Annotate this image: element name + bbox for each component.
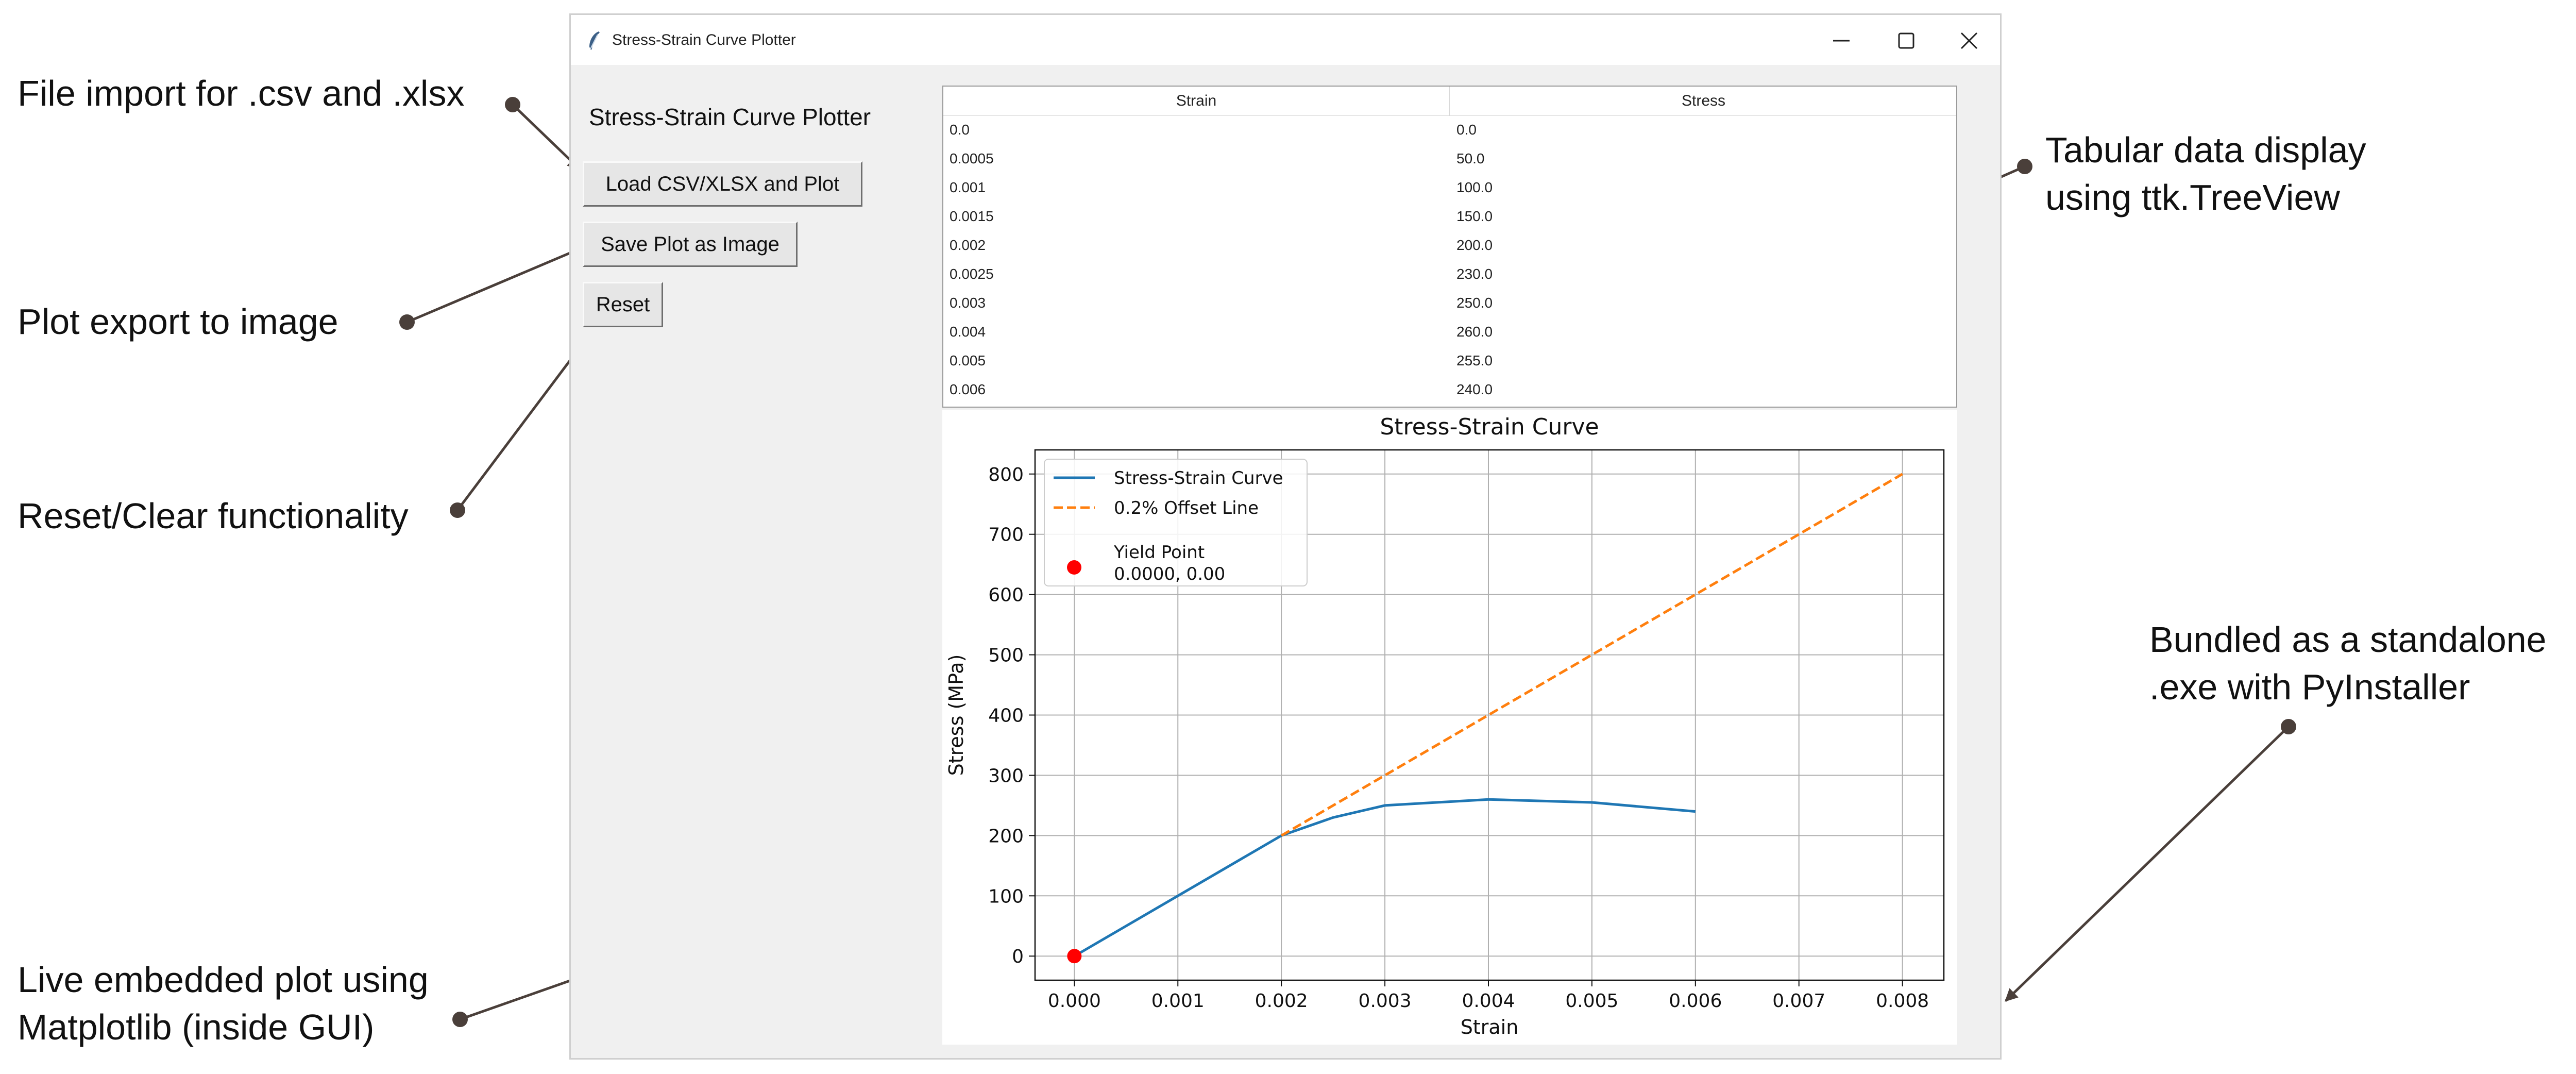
dot-live-plot	[452, 1012, 468, 1027]
arrow-bundled	[2005, 726, 2290, 1002]
callout-tabular-line1: Tabular data display	[2045, 130, 2366, 170]
cell-stress: 230.0	[1456, 266, 1493, 282]
cell-stress: 255.0	[1456, 353, 1493, 368]
title-bar[interactable]: Stress-Strain Curve Plotter	[571, 15, 2000, 66]
callout-bundled: Bundled as a standalone .exe with PyInst…	[2149, 616, 2547, 711]
y-tick-label: 100	[988, 886, 1024, 907]
reset-button[interactable]: Reset	[583, 282, 663, 327]
x-tick-label: 0.005	[1565, 991, 1618, 1012]
dot-bundled	[2281, 719, 2296, 734]
table-row[interactable]: 0.0025 230.0	[943, 260, 1956, 289]
cell-strain: 0.0	[950, 122, 970, 138]
cell-stress: 100.0	[1456, 179, 1493, 195]
table-row[interactable]: 0.0015 150.0	[943, 202, 1956, 231]
y-tick-label: 600	[988, 585, 1024, 606]
legend-label-yield-value: 0.0000, 0.00	[1114, 564, 1225, 584]
table-row[interactable]: 0.005 255.0	[943, 346, 1956, 375]
minimize-icon	[1833, 40, 1850, 42]
load-csv-xlsx-button[interactable]: Load CSV/XLSX and Plot	[583, 161, 862, 207]
y-tick-label: 500	[988, 645, 1024, 666]
cell-strain: 0.0015	[950, 208, 994, 224]
minimize-button[interactable]	[1810, 15, 1872, 65]
dot-reset	[450, 502, 465, 518]
cell-stress: 260.0	[1456, 324, 1493, 340]
table-row[interactable]: 0.006 240.0	[943, 375, 1956, 404]
dot-plot-export	[399, 314, 415, 330]
x-tick-label: 0.000	[1048, 991, 1101, 1012]
feather-icon	[589, 31, 600, 50]
callout-live-plot-line2: Matplotlib (inside GUI)	[18, 1007, 375, 1047]
x-tick-label: 0.003	[1359, 991, 1412, 1012]
y-tick-label: 800	[988, 464, 1024, 485]
chart-title: Stress-Strain Curve	[1380, 414, 1599, 440]
cell-strain: 0.006	[950, 381, 986, 397]
y-axis-label: Stress (MPa)	[945, 655, 968, 776]
x-tick-label: 0.006	[1669, 991, 1722, 1012]
callout-tabular-line2: using ttk.TreeView	[2045, 177, 2340, 217]
y-tick-label: 200	[988, 826, 1024, 847]
save-plot-button[interactable]: Save Plot as Image	[583, 222, 798, 267]
callout-bundled-line1: Bundled as a standalone	[2149, 619, 2547, 660]
table-row[interactable]: 0.004 260.0	[943, 317, 1956, 346]
cell-strain: 0.002	[950, 237, 986, 253]
cell-strain: 0.0025	[950, 266, 994, 282]
maximize-icon	[1898, 32, 1914, 49]
cell-stress: 200.0	[1456, 237, 1493, 253]
cell-strain: 0.005	[950, 353, 986, 368]
legend-label-offset: 0.2% Offset Line	[1114, 498, 1259, 518]
legend-marker-yield	[1067, 560, 1081, 575]
x-axis-label: Strain	[1461, 1016, 1519, 1038]
y-tick-label: 400	[988, 706, 1024, 727]
cell-stress: 250.0	[1456, 295, 1493, 311]
cell-strain: 0.003	[950, 295, 986, 311]
window-title: Stress-Strain Curve Plotter	[612, 31, 796, 48]
y-tick-label: 300	[988, 765, 1024, 786]
data-table[interactable]: Strain Stress 0.0 0.0 0.0005 50.0 0.001 …	[942, 86, 1957, 408]
dot-tabular	[2017, 159, 2032, 174]
legend-label-yield: Yield Point	[1113, 542, 1205, 563]
callout-file-import: File import for .csv and .xlsx	[18, 73, 465, 113]
callout-plot-export: Plot export to image	[18, 301, 338, 342]
x-tick-label: 0.007	[1772, 991, 1825, 1012]
x-tick-label: 0.002	[1255, 991, 1308, 1012]
table-header: Strain Stress	[943, 87, 1956, 116]
cell-stress: 150.0	[1456, 208, 1493, 224]
plot-canvas[interactable]: Stress-Strain Curve 0.000 0.001 0.002 0.003 0…	[942, 410, 1957, 1045]
app-heading: Stress-Strain Curve Plotter	[589, 104, 871, 130]
legend-label-curve: Stress-Strain Curve	[1114, 468, 1283, 489]
cell-stress: 0.0	[1456, 122, 1477, 138]
cell-strain: 0.004	[950, 324, 986, 340]
callout-live-plot: Live embedded plot using Matplotlib (ins…	[18, 956, 429, 1051]
close-icon	[1960, 32, 1978, 49]
callout-live-plot-line1: Live embedded plot using	[18, 960, 429, 1000]
cell-stress: 50.0	[1456, 150, 1485, 166]
callout-tabular: Tabular data display using ttk.TreeView	[2045, 126, 2366, 221]
stress-strain-chart: Stress-Strain Curve 0.000 0.001 0.002 0.003 0…	[945, 414, 1945, 1038]
x-tick-label: 0.001	[1151, 991, 1205, 1012]
table-row[interactable]: 0.001 100.0	[943, 173, 1956, 202]
table-row[interactable]: 0.003 250.0	[943, 289, 1956, 317]
table-row[interactable]: 0.0005 50.0	[943, 144, 1956, 173]
cell-strain: 0.0005	[950, 150, 994, 166]
table-row[interactable]: 0.002 200.0	[943, 231, 1956, 260]
callout-bundled-line2: .exe with PyInstaller	[2149, 667, 2470, 707]
callout-reset-clear: Reset/Clear functionality	[18, 496, 409, 536]
dot-file-import	[505, 97, 520, 112]
table-row[interactable]: 0.0 0.0	[943, 115, 1956, 144]
maximize-button[interactable]	[1875, 15, 1937, 65]
close-button[interactable]	[1938, 15, 2000, 65]
cell-strain: 0.001	[950, 179, 986, 195]
y-tick-label: 700	[988, 525, 1024, 546]
column-header-strain[interactable]: Strain	[943, 87, 1450, 115]
x-tick-label: 0.004	[1462, 991, 1515, 1012]
yield-point-marker	[1067, 949, 1082, 964]
y-tick-label: 0	[1012, 946, 1024, 967]
cell-stress: 240.0	[1456, 381, 1493, 397]
x-tick-label: 0.008	[1876, 991, 1929, 1012]
arrow-plot-export	[406, 246, 585, 324]
column-header-stress[interactable]: Stress	[1450, 87, 1956, 115]
